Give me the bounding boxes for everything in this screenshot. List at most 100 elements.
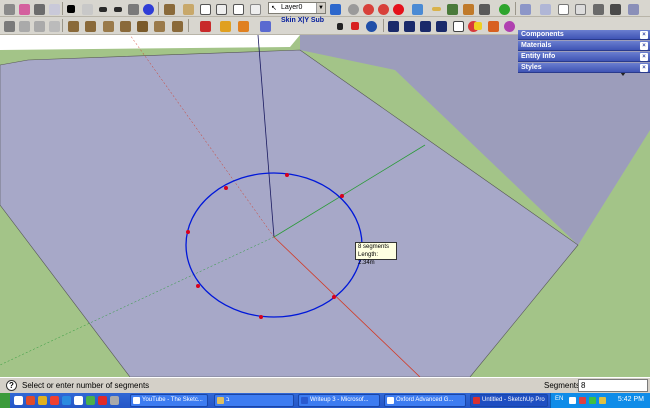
fire-extinguisher-icon[interactable] [198, 19, 212, 33]
word-icon [301, 397, 308, 404]
task-word[interactable]: Writeup 3 - Microsof... [298, 394, 380, 407]
spiral-icon[interactable] [364, 19, 378, 33]
monitor-icon[interactable] [410, 2, 424, 16]
close-icon[interactable]: × [640, 64, 648, 72]
record-bright-icon[interactable] [391, 2, 405, 16]
quicklaunch-icon[interactable] [38, 396, 47, 405]
iso-view-icon[interactable] [518, 2, 532, 16]
quicklaunch-icon[interactable] [98, 396, 107, 405]
text-tools-label[interactable]: Skin X|Y Sub [281, 17, 324, 27]
help-icon[interactable]: ? [6, 380, 17, 391]
shaded-view-icon[interactable] [626, 2, 640, 16]
quicklaunch-icon[interactable] [14, 396, 23, 405]
stop-icon[interactable] [346, 2, 360, 16]
paint-bucket-icon[interactable] [32, 2, 46, 16]
rotate-icon[interactable] [258, 19, 272, 33]
layer-manager-icon[interactable] [248, 2, 262, 16]
copy-icon[interactable] [80, 2, 94, 16]
close-icon[interactable]: × [640, 42, 648, 50]
tray-icon[interactable] [589, 397, 596, 404]
shapes-icon[interactable] [486, 19, 500, 33]
brown-box3-icon[interactable] [101, 19, 115, 33]
quicklaunch-icon[interactable] [26, 396, 35, 405]
quicklaunch-icon[interactable] [110, 396, 119, 405]
info-icon[interactable] [141, 2, 155, 16]
dots-icon[interactable] [502, 19, 516, 33]
print-icon[interactable] [126, 2, 140, 16]
layer-dropdown[interactable]: ↖ Layer0 ▼ [268, 2, 326, 14]
components-icon[interactable] [461, 2, 475, 16]
eraser-icon[interactable] [17, 2, 31, 16]
help-toolbar-icon[interactable] [497, 2, 511, 16]
tray-entity-info[interactable]: Entity Info × [518, 52, 650, 62]
sketchup-window: ↖ Layer0 ▼ Skin X|Y Sub Components × Mat… [0, 0, 650, 408]
back-view-icon[interactable] [591, 2, 605, 16]
left-view-icon[interactable] [608, 2, 622, 16]
quicklaunch-icon[interactable] [50, 396, 59, 405]
brown-box6-icon[interactable] [152, 19, 166, 33]
quicklaunch-icon[interactable] [74, 396, 83, 405]
film4-icon[interactable] [434, 19, 448, 33]
task-oxford[interactable]: Oxford Advanced G... [384, 394, 466, 407]
front-view-icon[interactable] [556, 2, 570, 16]
task-label: YouTube - The Sketc... [142, 397, 203, 403]
modeling-viewport[interactable] [0, 35, 650, 377]
undo-icon[interactable] [96, 2, 110, 16]
right-view-icon[interactable] [573, 2, 587, 16]
close-icon[interactable]: × [640, 31, 648, 39]
select-tool-icon[interactable] [2, 2, 16, 16]
tray-icon[interactable] [599, 397, 606, 404]
square-icon[interactable] [451, 19, 465, 33]
brown-box2-icon[interactable] [83, 19, 97, 33]
record-alt-icon[interactable] [376, 2, 390, 16]
layer-color-icon[interactable] [328, 2, 342, 16]
component-icon[interactable] [47, 2, 61, 16]
cut-icon[interactable] [64, 2, 78, 16]
task-youtube[interactable]: YouTube - The Sketc... [130, 394, 208, 407]
film3-icon[interactable] [418, 19, 432, 33]
line-tool-icon[interactable] [2, 19, 16, 33]
offset-tool-icon[interactable] [47, 19, 61, 33]
top-view-icon[interactable] [538, 2, 552, 16]
record-icon[interactable] [361, 2, 375, 16]
cone-icon[interactable] [471, 19, 485, 33]
pointer-icon: ↖ [271, 5, 277, 12]
tray-styles[interactable]: Styles × [518, 63, 650, 73]
task-folder[interactable]: ב [214, 394, 294, 407]
tray-materials[interactable]: Materials × [518, 41, 650, 51]
home-icon[interactable] [198, 2, 212, 16]
freehand-tool-icon[interactable] [32, 19, 46, 33]
task-sketchup[interactable]: Untitled - SketchUp Pro [470, 394, 548, 407]
arc-tool-icon[interactable] [17, 19, 31, 33]
materials-icon[interactable] [445, 2, 459, 16]
save-icon[interactable] [162, 2, 176, 16]
measurements-input[interactable]: 8 [578, 379, 648, 392]
tray-icon[interactable] [569, 397, 576, 404]
mixer-icon[interactable] [477, 2, 491, 16]
stacked-icon[interactable] [236, 19, 250, 33]
tray-components[interactable]: Components × [518, 30, 650, 40]
start-button[interactable] [0, 393, 10, 408]
redo-icon[interactable] [111, 2, 125, 16]
house-outline-icon[interactable] [231, 2, 245, 16]
play-icon[interactable] [333, 19, 347, 33]
quicklaunch-icon[interactable] [86, 396, 95, 405]
brown-box4-icon[interactable] [118, 19, 132, 33]
quicklaunch-icon[interactable] [62, 396, 71, 405]
brown-box5-icon[interactable] [135, 19, 149, 33]
stop-square-icon[interactable] [348, 19, 362, 33]
brown-box-icon[interactable] [66, 19, 80, 33]
film-icon[interactable] [386, 19, 400, 33]
brown-box7-icon[interactable] [170, 19, 184, 33]
task-label: Oxford Advanced G... [396, 397, 454, 403]
clock[interactable]: 5:42 PM [618, 396, 644, 403]
house-icon[interactable] [214, 2, 228, 16]
window-icon [133, 397, 140, 404]
open-icon[interactable] [181, 2, 195, 16]
axes-icon[interactable] [218, 19, 232, 33]
pencil-icon[interactable] [429, 2, 443, 16]
language-indicator[interactable]: EN [555, 396, 563, 402]
film2-icon[interactable] [402, 19, 416, 33]
close-icon[interactable]: × [640, 53, 648, 61]
tray-icon[interactable] [579, 397, 586, 404]
